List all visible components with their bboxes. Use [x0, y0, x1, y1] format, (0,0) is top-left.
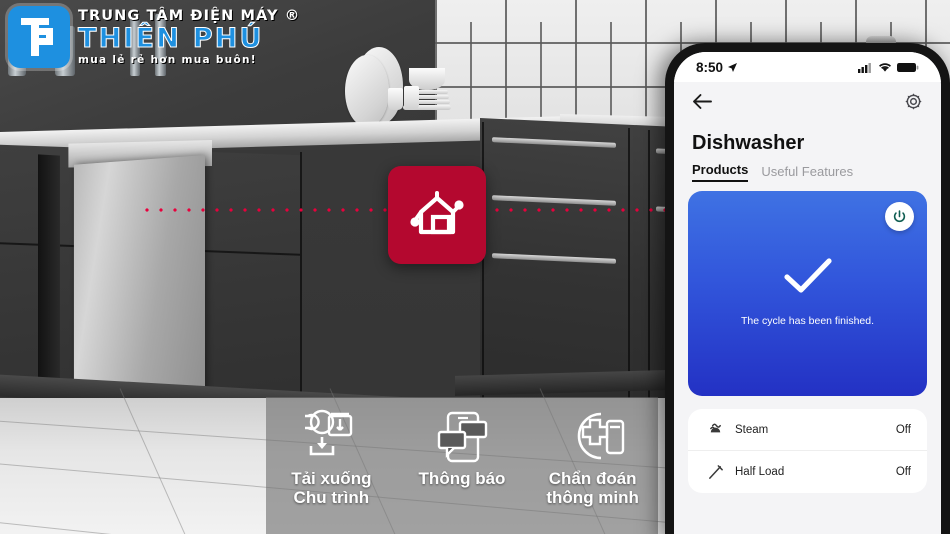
label-line-1: Tải xuống	[291, 469, 371, 488]
logo-line-2: THIÊN PHÚ	[78, 25, 300, 52]
tab-bar: Products Useful Features	[674, 162, 941, 182]
page-title: Dishwasher	[674, 132, 941, 155]
phone-nav-bar	[674, 82, 941, 126]
phone-screen: 8:50 Dishwasher Products Useful Features…	[674, 52, 941, 534]
phone-mockup: 8:50 Dishwasher Products Useful Features…	[665, 43, 950, 534]
options-list: Steam Off Half Load Off	[688, 409, 927, 493]
cabinet-seam	[300, 152, 302, 402]
checkmark-icon	[779, 255, 837, 299]
logo-mark-tp	[8, 6, 70, 68]
status-time: 8:50	[696, 60, 723, 75]
option-name: Half Load	[735, 466, 896, 478]
location-arrow-icon	[727, 62, 738, 73]
feature-overlay-panel: Tải xuống Chu trình Thông báo Chẩn đoán …	[266, 397, 658, 534]
screenshot-root: TRUNG TÂM ĐIỆN MÁY ® THIÊN PHÚ mua lẻ rẻ…	[0, 0, 950, 534]
gear-icon[interactable]	[904, 92, 923, 116]
label-line-1: Thông báo	[419, 469, 506, 488]
label-line-2: Chu trình	[294, 488, 370, 507]
feature-label-notification: Thông báo	[419, 469, 506, 488]
option-value: Off	[896, 466, 911, 478]
half-load-icon	[704, 464, 726, 481]
download-cycle-icon	[296, 405, 366, 467]
feature-item-download-cycle[interactable]: Tải xuống Chu trình	[266, 405, 396, 507]
phone-status-bar: 8:50	[674, 52, 941, 82]
list-item[interactable]: Steam Off	[688, 409, 927, 451]
feature-label-download-cycle: Tải xuống Chu trình	[291, 469, 371, 507]
logo-line-3: mua lẻ rẻ hơn mua buôn!	[78, 55, 300, 66]
feature-item-smart-diagnosis[interactable]: Chẩn đoán thông minh	[528, 405, 658, 507]
smart-home-icon-glyph	[408, 188, 466, 242]
logo-text-block: TRUNG TÂM ĐIỆN MÁY ® THIÊN PHÚ mua lẻ rẻ…	[78, 9, 300, 66]
store-logo: TRUNG TÂM ĐIỆN MÁY ® THIÊN PHÚ mua lẻ rẻ…	[8, 6, 300, 68]
steam-icon	[704, 421, 726, 438]
status-time-group: 8:50	[696, 60, 738, 75]
option-name: Steam	[735, 424, 896, 436]
status-indicators	[858, 62, 919, 73]
cabinet-seam	[482, 122, 484, 418]
cup	[404, 86, 419, 110]
plate	[345, 55, 389, 127]
cup	[388, 88, 403, 110]
list-item[interactable]: Half Load Off	[688, 451, 927, 493]
smart-home-thinq-icon	[388, 166, 486, 264]
option-value: Off	[896, 424, 911, 436]
power-button-icon[interactable]	[885, 202, 914, 231]
cycle-status-message: The cycle has been finished.	[688, 315, 927, 327]
notification-icon	[431, 405, 493, 467]
back-arrow-icon[interactable]	[692, 93, 713, 115]
smart-diagnosis-icon	[557, 405, 629, 467]
tab-useful-features[interactable]: Useful Features	[761, 164, 853, 182]
wifi-icon	[878, 62, 892, 73]
tab-products[interactable]: Products	[692, 162, 748, 182]
label-line-2: thông minh	[546, 488, 639, 507]
battery-full-icon	[897, 62, 919, 73]
tp-monogram-icon	[16, 14, 62, 60]
label-line-1: Chẩn đoán	[549, 469, 637, 488]
logo-line-1: TRUNG TÂM ĐIỆN MÁY ®	[78, 9, 300, 24]
feature-item-notification[interactable]: Thông báo	[397, 405, 527, 488]
feature-label-smart-diagnosis: Chẩn đoán thông minh	[546, 469, 639, 507]
cycle-status-card: The cycle has been finished.	[688, 191, 927, 396]
cellular-signal-icon	[858, 62, 873, 73]
